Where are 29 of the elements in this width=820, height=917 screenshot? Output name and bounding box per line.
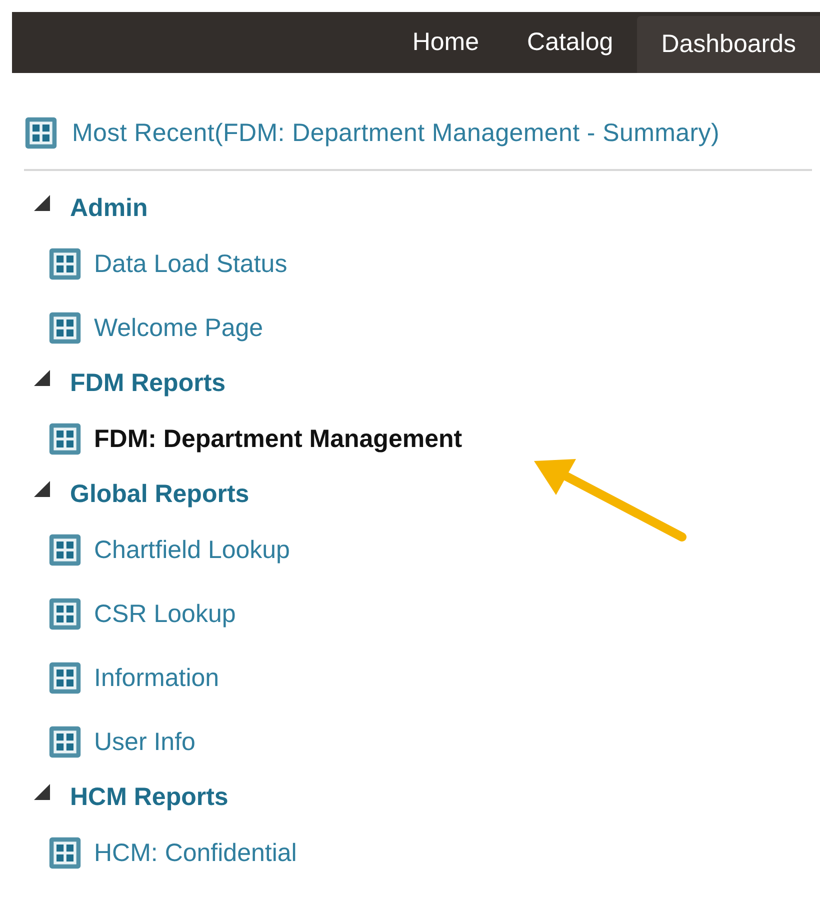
dashboard-link[interactable]: Information <box>94 664 220 692</box>
nav-tab[interactable]: Catalog <box>503 12 638 73</box>
dashboard-icon <box>48 661 82 695</box>
expand-triangle-icon[interactable] <box>34 370 50 386</box>
dashboard-icon <box>48 836 82 870</box>
expand-triangle-icon[interactable] <box>34 195 50 211</box>
dashboard-icon <box>24 116 58 150</box>
dashboard-link[interactable]: FDM: Department Management <box>94 424 462 454</box>
nav-tab[interactable]: Dashboards <box>637 16 820 73</box>
dashboard-link[interactable]: Data Load Status <box>94 250 288 278</box>
dashboard-link[interactable]: User Info <box>94 728 196 756</box>
dashboard-icon <box>48 422 82 456</box>
dashboard-link[interactable]: HCM: Confidential <box>94 838 297 868</box>
dashboard-icon <box>48 597 82 631</box>
dashboard-icon <box>48 247 82 281</box>
group-title[interactable]: FDM Reports <box>70 368 226 398</box>
dashboard-link[interactable]: Welcome Page <box>94 314 264 342</box>
expand-triangle-icon[interactable] <box>34 481 50 497</box>
most-recent-link[interactable]: Most Recent(FDM: Department Management - Summary) <box>72 118 720 148</box>
group-title[interactable]: Admin <box>70 194 148 222</box>
group-title[interactable]: Global Reports <box>70 480 250 508</box>
dashboard-icon <box>48 533 82 567</box>
nav-tab[interactable]: Home <box>388 12 504 73</box>
dashboard-icon <box>48 311 82 345</box>
expand-triangle-icon[interactable] <box>34 784 50 800</box>
group-title[interactable]: HCM Reports <box>70 782 228 812</box>
dashboard-icon <box>48 725 82 759</box>
dashboard-link[interactable]: Chartfield Lookup <box>94 536 290 564</box>
dashboard-link[interactable]: CSR Lookup <box>94 600 236 628</box>
